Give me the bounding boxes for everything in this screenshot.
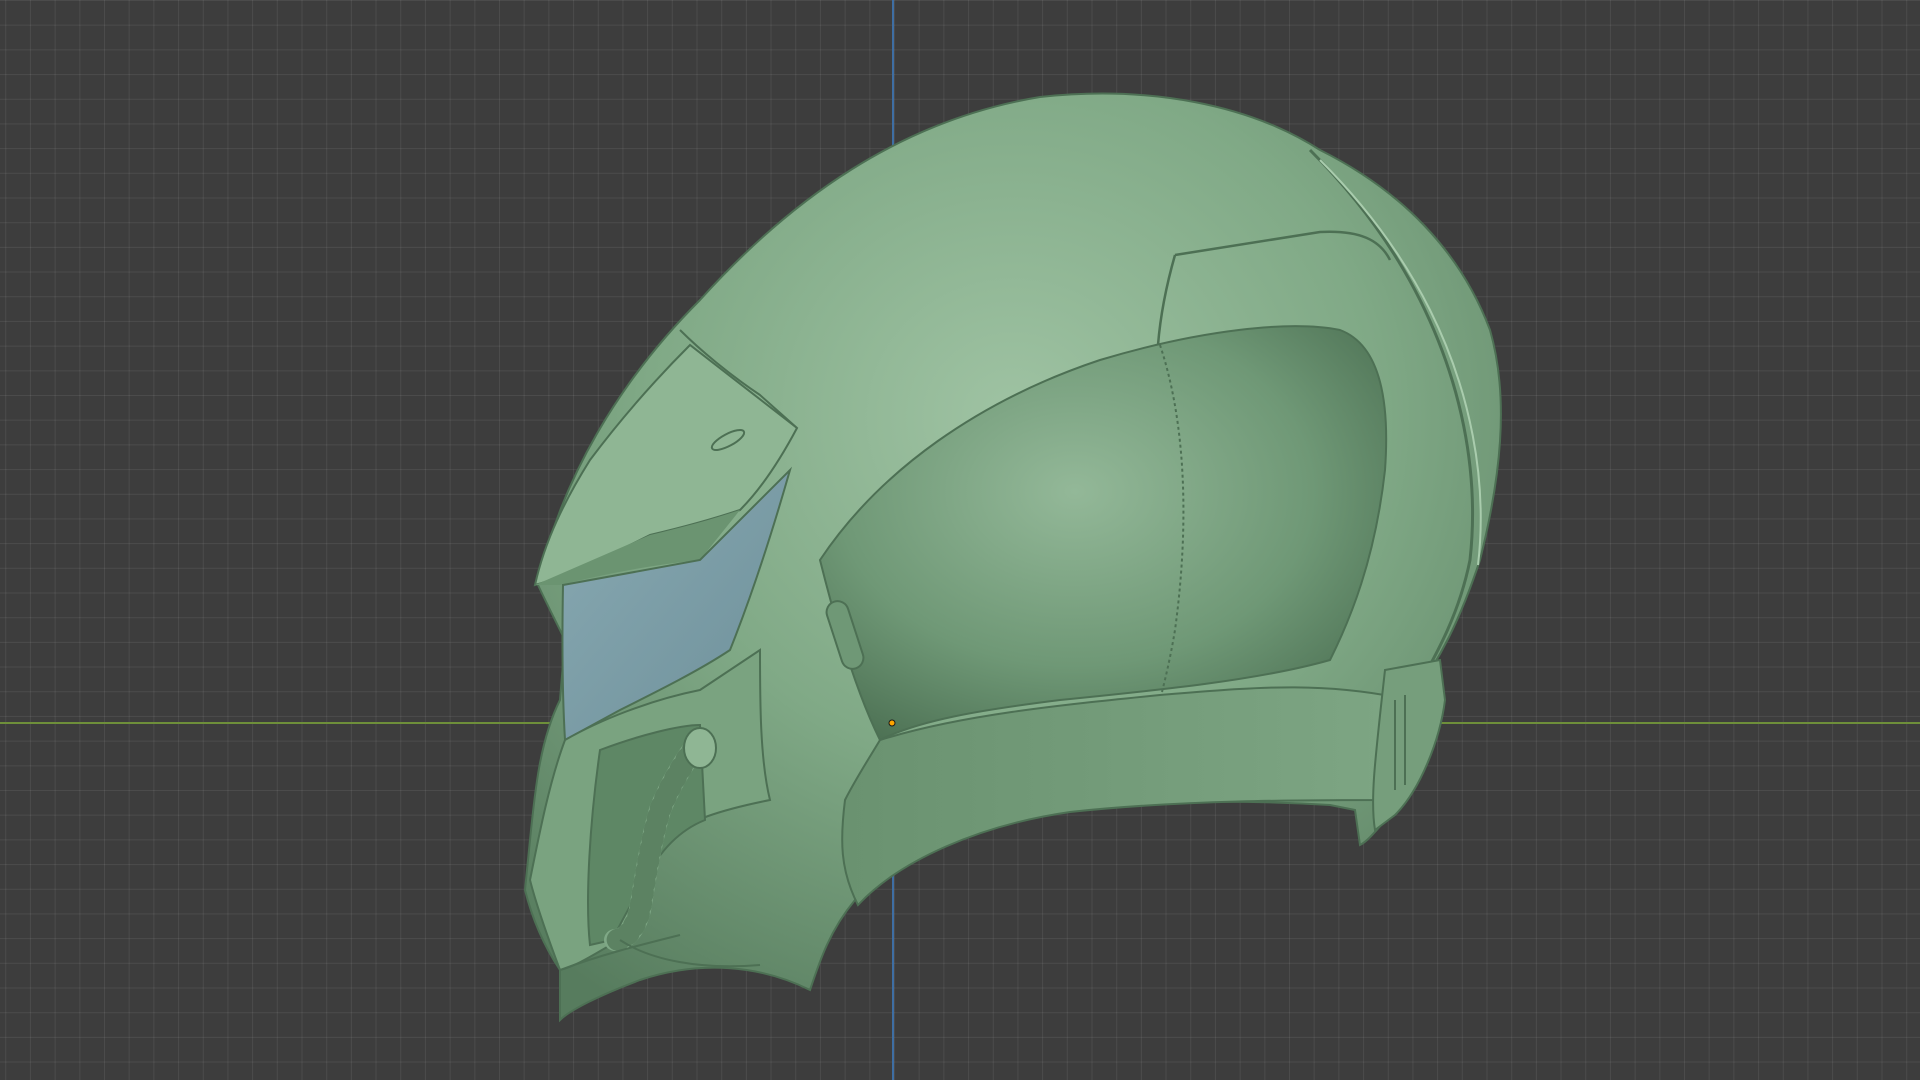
rear-neck-tab — [1372, 658, 1447, 832]
3d-viewport[interactable] — [0, 0, 1920, 1080]
object-origin-marker[interactable] — [888, 719, 896, 727]
helmet-model[interactable] — [0, 0, 1920, 1080]
